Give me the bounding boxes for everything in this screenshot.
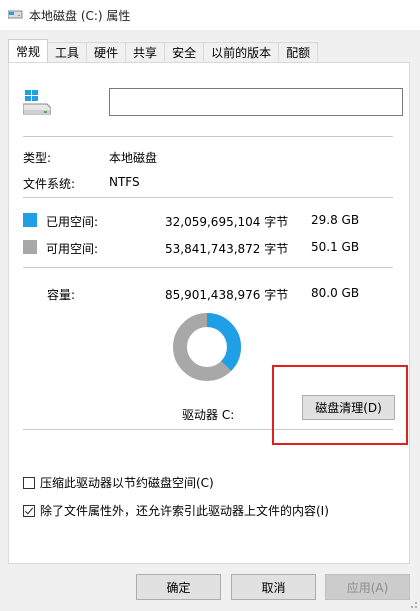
general-panel: 类型: 本地磁盘 文件系统: NTFS 已用空间: 32,059,695,104… [8, 62, 410, 564]
free-space-label: 可用空间: [46, 242, 99, 256]
ok-button[interactable]: 确定 [136, 574, 221, 600]
window-title: 本地磁盘 (C:) 属性 [29, 8, 131, 23]
used-space-label: 已用空间: [46, 215, 99, 229]
free-space-size: 50.1 GB [311, 240, 360, 254]
tab-general[interactable]: 常规 [8, 39, 49, 62]
index-checkbox[interactable] [23, 504, 35, 517]
tab-previous-versions[interactable]: 以前的版本 [203, 42, 280, 62]
tab-hardware[interactable]: 硬件 [86, 42, 127, 62]
filesystem-value: NTFS [109, 175, 140, 189]
type-value: 本地磁盘 [109, 151, 158, 165]
filesystem-label: 文件系统: [23, 177, 76, 191]
usage-donut-chart [173, 313, 241, 381]
apply-button[interactable]: 应用(A) [325, 574, 410, 600]
drive-large-icon [22, 90, 52, 116]
cancel-button[interactable]: 取消 [231, 574, 316, 600]
separator [23, 267, 393, 268]
capacity-bytes: 85,901,438,976 字节 [165, 288, 289, 302]
capacity-size: 80.0 GB [311, 286, 360, 300]
tab-strip: 常规 工具 硬件 共享 安全 以前的版本 配额 [8, 39, 319, 62]
resize-grip-icon[interactable] [406, 597, 418, 609]
used-space-bytes: 32,059,695,104 字节 [165, 215, 289, 229]
drive-name-input[interactable] [109, 88, 403, 116]
separator [23, 197, 393, 198]
type-label: 类型: [23, 151, 52, 165]
free-space-swatch [23, 240, 37, 254]
title-bar: 本地磁盘 (C:) 属性 [0, 0, 420, 30]
drive-letter-label: 驱动器 C: [182, 408, 235, 422]
compress-checkbox[interactable] [23, 476, 35, 489]
compress-label: 压缩此驱动器以节约磁盘空间(C) [40, 476, 214, 490]
highlight-box [272, 365, 408, 445]
index-label: 除了文件属性外，还允许索引此驱动器上文件的内容(I) [40, 504, 329, 518]
tab-quota[interactable]: 配额 [278, 42, 319, 62]
index-option[interactable]: 除了文件属性外，还允许索引此驱动器上文件的内容(I) [23, 502, 329, 519]
used-space-size: 29.8 GB [311, 213, 360, 227]
drive-icon [7, 9, 24, 21]
free-space-bytes: 53,841,743,872 字节 [165, 242, 289, 256]
tab-tools[interactable]: 工具 [47, 42, 88, 62]
used-space-swatch [23, 213, 37, 227]
capacity-label: 容量: [47, 288, 76, 302]
separator [23, 136, 393, 137]
tab-security[interactable]: 安全 [164, 42, 205, 62]
compress-option[interactable]: 压缩此驱动器以节约磁盘空间(C) [23, 474, 214, 491]
tab-sharing[interactable]: 共享 [125, 42, 166, 62]
